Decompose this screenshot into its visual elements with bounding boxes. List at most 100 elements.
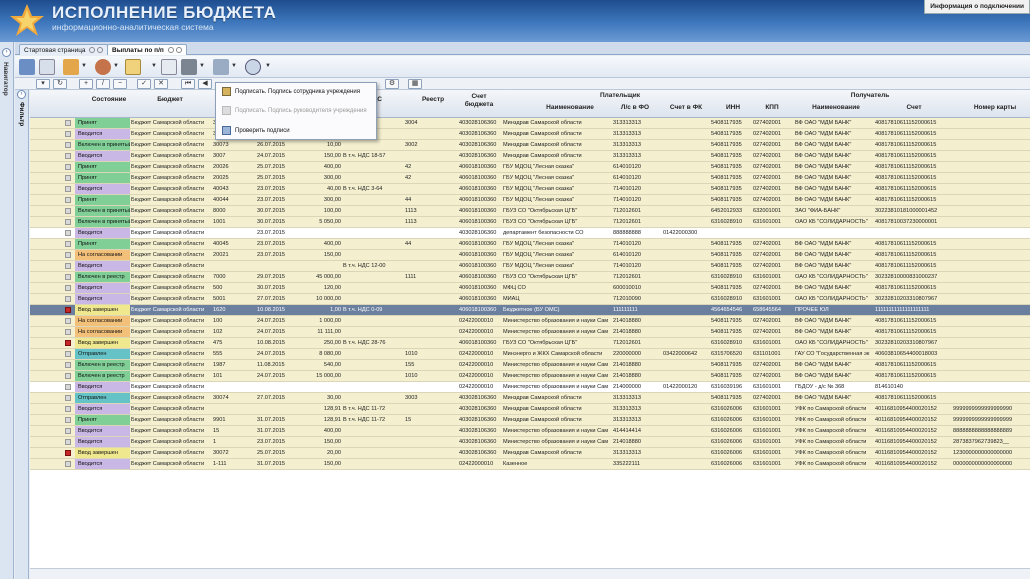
cell-fk: 01422000300 <box>663 230 698 236</box>
col-payer-ls[interactable]: Л/с в ФО <box>612 104 658 111</box>
sign-icon[interactable] <box>125 59 141 75</box>
close-icon[interactable] <box>175 47 182 54</box>
table-row[interactable]: Вводится Бюджет Самарской области 40043 23.… <box>30 184 1030 195</box>
connection-info-button[interactable]: Информация о подключении <box>924 0 1030 14</box>
cell-reg: 1010 <box>405 373 418 379</box>
cell-rname: ВФ ОАО "МДМ БАНК" <box>795 263 852 269</box>
horizontal-scrollbar[interactable] <box>30 568 1030 579</box>
table-row[interactable]: Вводится Бюджет Самарской области 500 30.07… <box>30 283 1030 294</box>
table-row[interactable]: Включен в принятый Бюджет Самарской облас… <box>30 217 1030 228</box>
export-icon[interactable] <box>63 59 79 75</box>
table-row[interactable]: Отправлен Бюджет Самарской области 555 24.0… <box>30 349 1030 360</box>
table-row[interactable]: Включен в принятый Бюджет Самарской облас… <box>30 206 1030 217</box>
table-row[interactable]: ПринятБюджет Самарской области3300440302… <box>30 118 1030 129</box>
table-row[interactable]: На согласовании Бюджет Самарской области 2… <box>30 250 1030 261</box>
cancel-icon[interactable]: ✕ <box>154 79 168 89</box>
menu-item-sign-head[interactable]: Подписать. Подпись руководителя учрежден… <box>222 105 367 117</box>
close-icon[interactable] <box>167 47 174 54</box>
table-row[interactable]: Принят Бюджет Самарской области 40044 23.07… <box>30 195 1030 206</box>
table-row[interactable]: Отправлен Бюджет Самарской области 30074 27… <box>30 393 1030 404</box>
search-icon[interactable] <box>245 59 261 75</box>
add-icon[interactable]: + <box>79 79 93 89</box>
close-icon[interactable] <box>89 47 96 54</box>
table-row[interactable]: Вводится Бюджет Самарской области 5001 27.0… <box>30 294 1030 305</box>
table-row[interactable]: Вводится Бюджет Самарской области 1-111 31.… <box>30 459 1030 470</box>
delete-icon[interactable]: − <box>113 79 127 89</box>
cell-rname: ВФ ОАО "МДМ БАНК" <box>795 197 852 203</box>
col-budget-account[interactable]: Счет бюджета <box>460 93 498 109</box>
table-row[interactable]: Ввод завершен Бюджет Самарской области 475… <box>30 338 1030 349</box>
refresh-icon[interactable]: ↻ <box>53 79 67 89</box>
col-recipient-account[interactable]: Счет <box>876 104 952 111</box>
table-row[interactable]: Принят Бюджет Самарской области 9901 31.07.… <box>30 415 1030 426</box>
sign-dropdown-menu: Подписать. Подпись сотрудника учреждения… <box>215 82 377 140</box>
cell-budget: Бюджет Самарской области <box>131 208 205 214</box>
menu-item-sign-employee[interactable]: Подписать. Подпись сотрудника учреждения <box>222 86 360 98</box>
table-row[interactable]: Включен в реестр Бюджет Самарской области… <box>30 360 1030 371</box>
table-row[interactable]: Вводится Бюджет Самарской области 3007 24.0… <box>30 151 1030 162</box>
col-registry[interactable]: Реестр <box>418 96 448 103</box>
cell-pname: ГБУЗ СО "Октябрьская ЦГБ" <box>503 208 578 214</box>
cell-card <box>952 338 1030 348</box>
edit-row-icon[interactable]: / <box>96 79 110 89</box>
confirm-icon[interactable]: ✓ <box>137 79 151 89</box>
chevron-down-icon[interactable]: ▼ <box>265 63 271 69</box>
chevron-down-icon[interactable]: ▼ <box>151 63 157 69</box>
chevron-down-icon[interactable]: ▼ <box>199 63 205 69</box>
chevron-down-icon[interactable]: ▼ <box>113 63 119 69</box>
table-row[interactable]: Принят Бюджет Самарской области 40045 23.07… <box>30 239 1030 250</box>
first-page-icon[interactable]: ⏮ <box>181 79 195 89</box>
table-row[interactable]: Ввод завершен Бюджет Самарской области 300… <box>30 448 1030 459</box>
table-row[interactable]: Вводится Бюджет Самарской области 02422000… <box>30 382 1030 393</box>
tab-payments[interactable]: Выплаты по п/п <box>107 44 187 55</box>
filter-toggle-icon[interactable]: › <box>17 90 26 99</box>
col-payer-name[interactable]: Наименование <box>530 104 610 111</box>
table-row[interactable]: На согласовании Бюджет Самарской области 1… <box>30 327 1030 338</box>
filter-panel[interactable]: › Фильтр <box>15 90 29 579</box>
print-icon[interactable] <box>181 59 197 75</box>
table-row[interactable]: Включен в принятый Бюджет Самарской облас… <box>30 140 1030 151</box>
edit-icon[interactable] <box>19 59 35 75</box>
col-kpp[interactable]: КПП <box>752 104 792 111</box>
table-row[interactable]: Принят Бюджет Самарской области 20025 25.07… <box>30 173 1030 184</box>
row-document-icon <box>65 340 71 346</box>
col-card[interactable]: Номер карты <box>960 104 1030 111</box>
document-icon[interactable] <box>39 59 55 75</box>
grid-settings-icon[interactable]: ⚙ <box>385 79 399 89</box>
col-payer-fk[interactable]: Счет в ФК <box>662 104 710 111</box>
menu-item-check-signatures[interactable]: Проверить подписи <box>222 125 290 137</box>
calculator-icon[interactable] <box>213 59 229 75</box>
chevron-down-icon[interactable]: ▼ <box>81 63 87 69</box>
payments-grid[interactable]: ПринятБюджет Самарской области3300440302… <box>30 118 1030 568</box>
columns-icon[interactable]: ▦ <box>408 79 422 89</box>
chevron-down-icon[interactable]: ▼ <box>231 63 237 69</box>
table-row[interactable]: ВводитсяБюджет Самарской области3007531.… <box>30 129 1030 140</box>
filter-icon[interactable]: ▾ <box>36 79 50 89</box>
cell-reg: 1113 <box>405 219 417 225</box>
table-row[interactable]: Вводится Бюджет Самарской области 23.07.20… <box>30 228 1030 239</box>
table-row[interactable]: Принят Бюджет Самарской области 20026 25.07… <box>30 162 1030 173</box>
cell-racc: 30232810000831000237 <box>875 274 938 280</box>
table-row[interactable]: Включен в реестр Бюджет Самарской области… <box>30 371 1030 382</box>
copy-icon[interactable] <box>161 59 177 75</box>
cell-kpp: 027402001 <box>753 362 781 368</box>
cell-card: 0000000000000000000 <box>953 461 1013 467</box>
table-row[interactable]: На согласовании Бюджет Самарской области 1… <box>30 316 1030 327</box>
col-recipient-name[interactable]: Наименование <box>798 104 874 111</box>
navigator-panel[interactable]: › Навигатор <box>0 42 14 579</box>
prev-page-icon[interactable]: ◀ <box>198 79 212 89</box>
user-icon[interactable] <box>95 59 111 75</box>
table-row[interactable]: Вводится Бюджет Самарской области 1 23.07.2… <box>30 437 1030 448</box>
close-icon[interactable] <box>97 47 104 54</box>
tab-start-page[interactable]: Стартовая страница <box>19 44 109 55</box>
table-row[interactable]: Включен в реестр Бюджет Самарской области… <box>30 272 1030 283</box>
col-state[interactable]: Состояние <box>85 96 133 103</box>
cell-rname: ВФ ОАО "МДМ БАНК" <box>795 252 852 258</box>
table-row[interactable]: Вводится Бюджет Самарской области 128,91 В … <box>30 404 1030 415</box>
col-budget[interactable]: Бюджет <box>150 96 190 103</box>
table-row[interactable]: Вводится Бюджет Самарской области В т.ч. Н… <box>30 261 1030 272</box>
col-inn[interactable]: ИНН <box>714 104 752 111</box>
navigator-toggle-icon[interactable]: › <box>2 48 11 57</box>
table-row[interactable]: Ввод завершен Бюджет Самарской области 162… <box>30 305 1030 316</box>
table-row[interactable]: Вводится Бюджет Самарской области 15 31.07.… <box>30 426 1030 437</box>
